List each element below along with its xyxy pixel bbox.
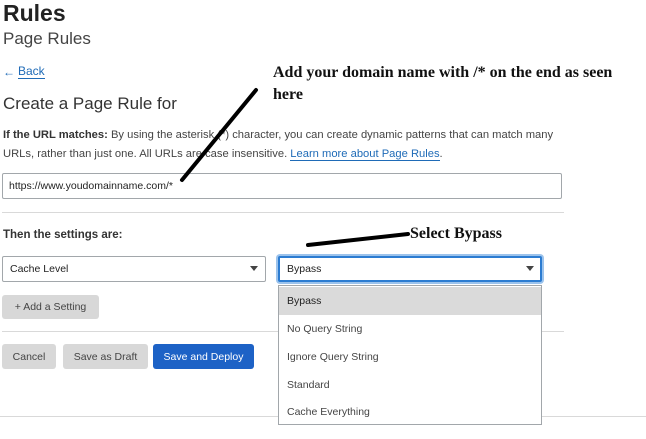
annotation-pointer-line bbox=[180, 88, 258, 182]
annotation-select-note: Select Bypass bbox=[410, 225, 502, 242]
annotation-pointer-line bbox=[306, 232, 410, 247]
annotation-domain-note: Add your domain name with /* on the end … bbox=[273, 64, 613, 103]
